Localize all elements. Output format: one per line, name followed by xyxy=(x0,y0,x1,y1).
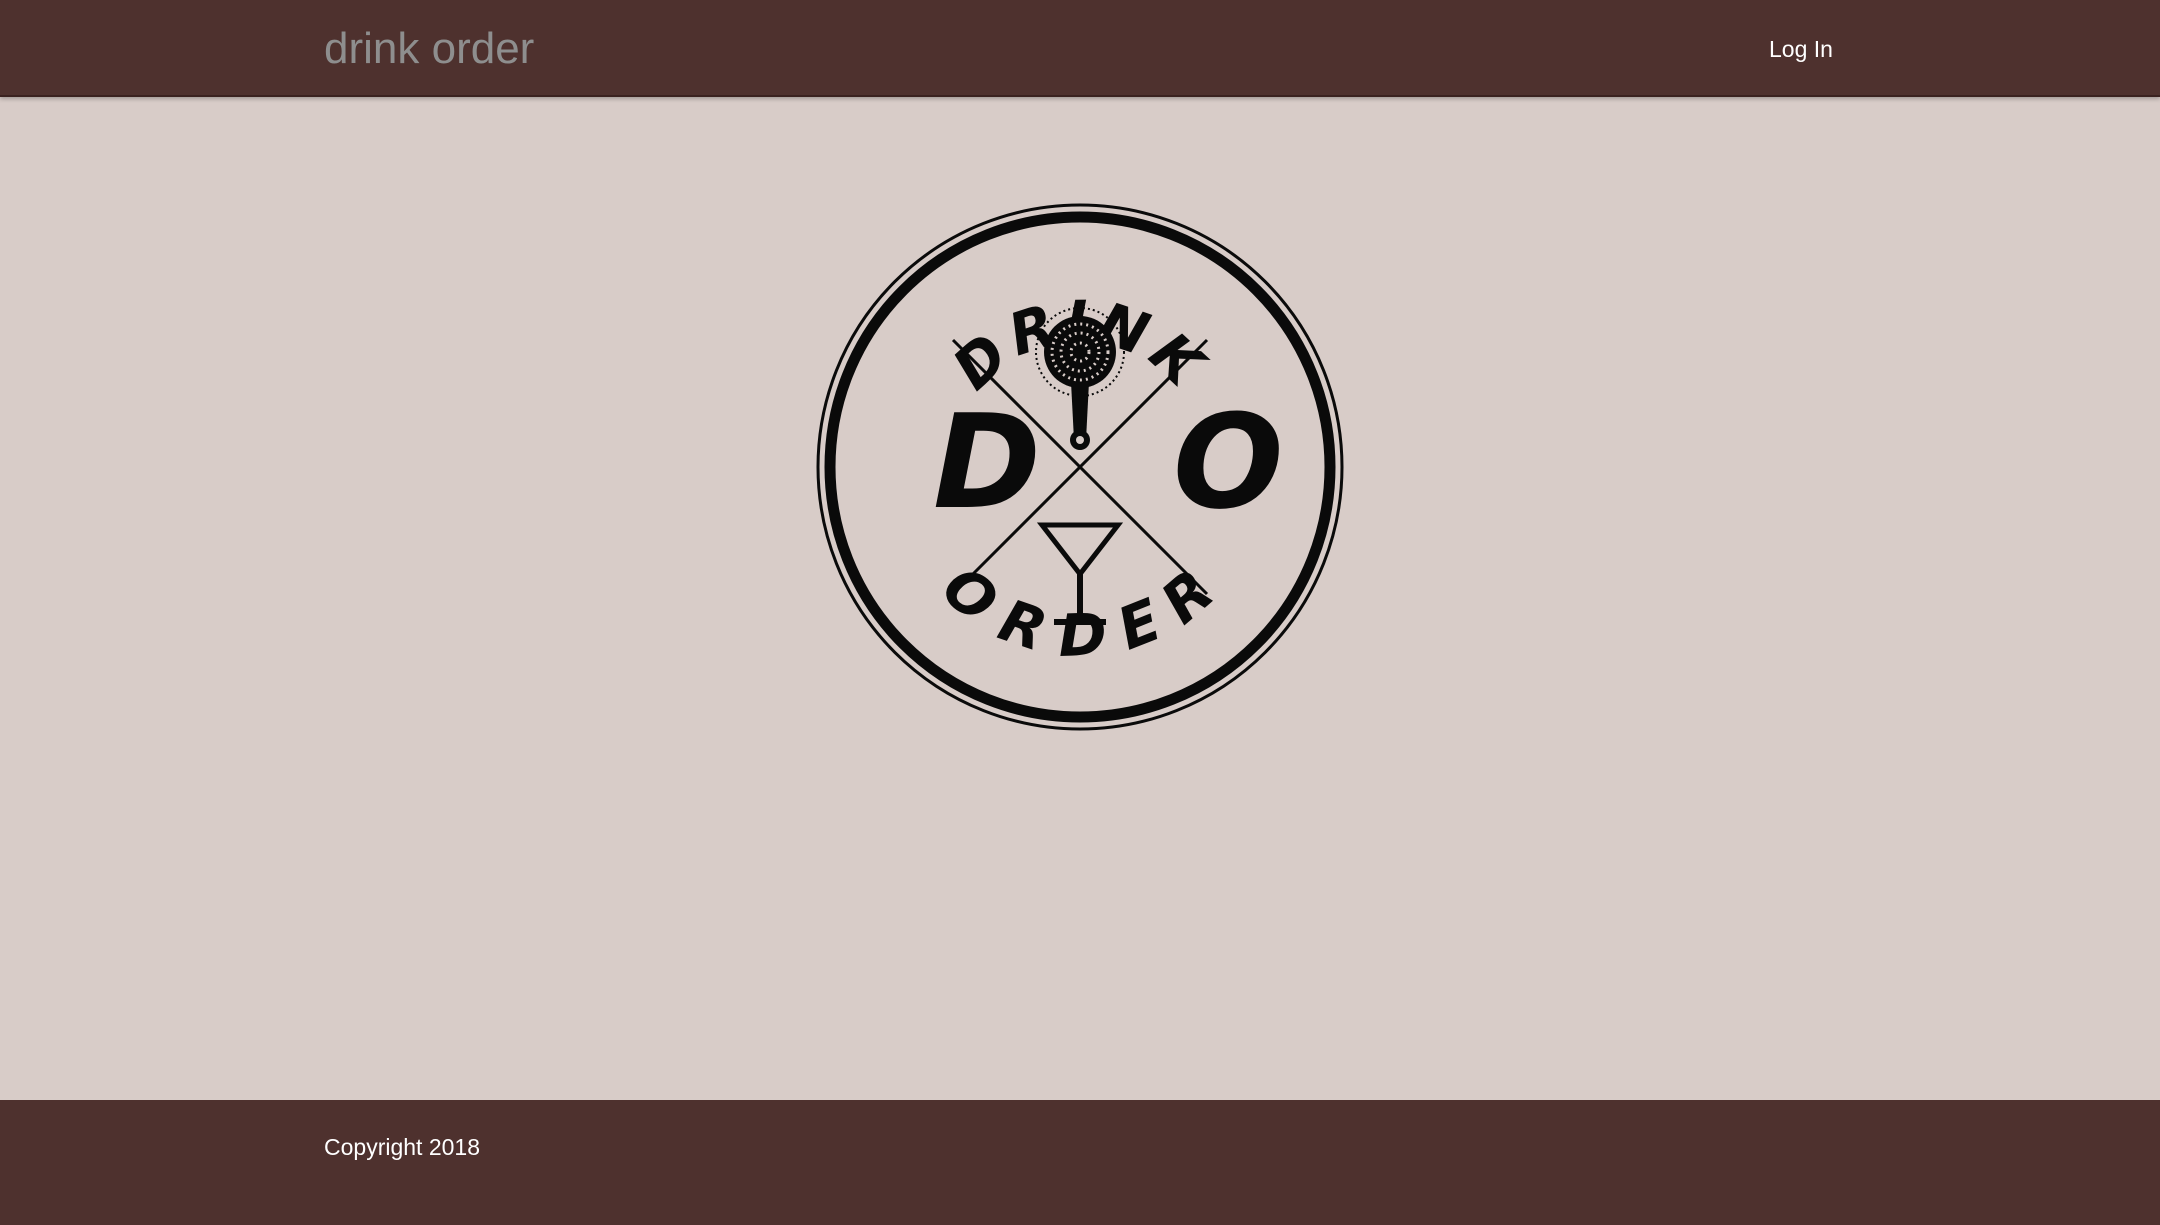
logo-letter-o: O xyxy=(1173,386,1284,538)
page-footer: Copyright 2018 xyxy=(0,1100,2160,1225)
login-link[interactable]: Log In xyxy=(1769,34,1833,64)
drink-order-logo: DRINK ORDER D O xyxy=(816,203,1344,731)
top-navbar: drink order Log In xyxy=(0,0,2160,97)
brand-link[interactable]: drink order xyxy=(324,22,534,76)
main-content: DRINK ORDER D O xyxy=(0,97,2160,1100)
logo-letter-d: D xyxy=(933,386,1041,538)
copyright-text: Copyright 2018 xyxy=(324,1134,480,1160)
